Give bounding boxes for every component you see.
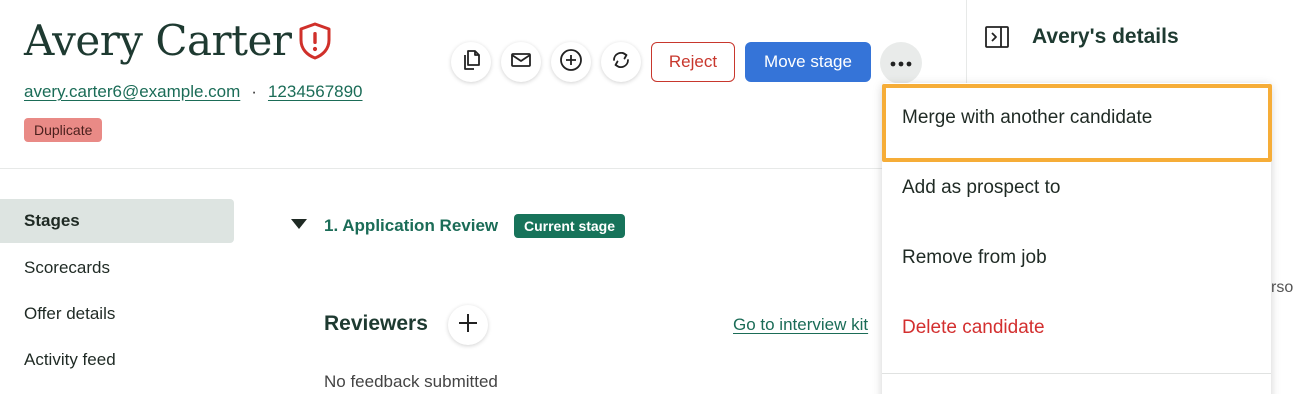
menu-item-remove-from-job[interactable]: Remove from job	[882, 223, 1271, 293]
nav-item-scorecards[interactable]: Scorecards	[0, 246, 234, 290]
details-panel-title: Avery's details	[1032, 25, 1179, 48]
add-button[interactable]	[551, 42, 591, 82]
more-options-button[interactable]	[880, 42, 922, 84]
more-options-menu: Merge with another candidate Add as pros…	[882, 83, 1271, 394]
move-stage-button[interactable]: Move stage	[745, 42, 871, 82]
email-button[interactable]	[501, 42, 541, 82]
menu-item-delete-candidate[interactable]: Delete candidate	[882, 293, 1271, 363]
mail-icon	[509, 48, 533, 77]
email-link[interactable]: avery.carter6@example.com	[24, 82, 240, 102]
add-circle-icon	[558, 47, 584, 78]
menu-separator	[882, 373, 1271, 374]
stage-title[interactable]: 1. Application Review	[324, 216, 498, 236]
duplicate-badge: Duplicate	[24, 118, 103, 142]
details-truncated-text: rso	[1271, 279, 1294, 296]
collapse-triangle-icon[interactable]	[291, 219, 307, 229]
plus-icon	[457, 312, 479, 339]
nav-item-activity-feed[interactable]: Activity feed	[0, 338, 234, 382]
copy-button[interactable]	[451, 42, 491, 82]
more-horizontal-icon	[890, 54, 912, 72]
current-stage-badge: Current stage	[514, 214, 626, 238]
copy-icon	[459, 48, 483, 77]
nav-item-offer-details[interactable]: Offer details	[0, 292, 234, 336]
refresh-button[interactable]	[601, 42, 641, 82]
phone-link[interactable]: 1234567890	[268, 82, 363, 102]
collapse-panel-icon[interactable]	[984, 25, 1010, 49]
feedback-status: No feedback submitted	[324, 372, 498, 391]
menu-item-add-prospect[interactable]: Add as prospect to	[882, 153, 1271, 223]
reject-button[interactable]: Reject	[651, 42, 735, 82]
candidate-name: Avery Carter	[24, 16, 292, 65]
contact-separator: ·	[251, 82, 257, 101]
contact-info: avery.carter6@example.com · 1234567890	[24, 82, 363, 102]
menu-item-merge[interactable]: Merge with another candidate	[882, 83, 1271, 153]
add-reviewer-button[interactable]	[448, 305, 488, 345]
reviewers-heading: Reviewers	[324, 312, 428, 335]
shield-alert-icon	[297, 22, 333, 60]
interview-kit-link[interactable]: Go to interview kit	[733, 315, 881, 335]
refresh-icon	[609, 48, 633, 77]
header-divider	[0, 168, 966, 169]
nav-item-stages[interactable]: Stages	[0, 199, 234, 243]
